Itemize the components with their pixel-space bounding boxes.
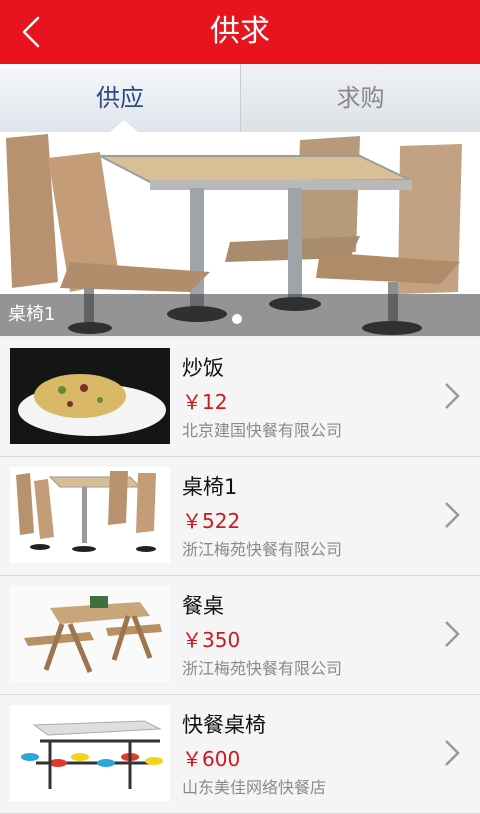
chevron-right-icon: [445, 502, 460, 528]
product-thumbnail: [10, 348, 170, 444]
product-name: 快餐桌椅: [182, 713, 266, 737]
list-item[interactable]: 炒饭 ￥12 北京建国快餐有限公司: [0, 338, 480, 457]
company-name: 浙江梅苑快餐有限公司: [182, 540, 343, 559]
product-name: 桌椅1: [182, 475, 238, 499]
company-name: 山东美佳网络快餐店: [182, 778, 327, 797]
tab-bar: 供应 求购: [0, 64, 480, 133]
product-price: ￥12: [182, 390, 228, 414]
chevron-right-icon: [445, 740, 460, 766]
fast-food-table-image: [10, 705, 170, 801]
fried-rice-image: [10, 348, 170, 444]
list-item[interactable]: 桌椅1 ￥522 浙江梅苑快餐有限公司: [0, 457, 480, 576]
product-thumbnail: [10, 705, 170, 801]
product-thumbnail: [10, 586, 170, 682]
product-name: 餐桌: [182, 594, 224, 618]
chevron-right-icon: [445, 383, 460, 409]
product-thumbnail: [10, 467, 170, 563]
carousel-indicator-dot: [232, 314, 242, 324]
product-price: ￥350: [182, 628, 241, 652]
active-tab-indicator: [110, 120, 138, 132]
banner-caption: 桌椅1: [8, 304, 56, 325]
product-list: 炒饭 ￥12 北京建国快餐有限公司 桌椅1 ￥522 浙江梅苑快餐有限公司 餐桌…: [0, 338, 480, 814]
tab-purchase[interactable]: 求购: [241, 64, 480, 132]
title-bar: 供求: [0, 0, 480, 64]
table-chairs-image: [10, 467, 170, 563]
product-name: 炒饭: [182, 356, 224, 380]
product-price: ￥600: [182, 747, 241, 771]
product-price: ￥522: [182, 509, 241, 533]
chevron-right-icon: [445, 621, 460, 647]
page-title: 供求: [210, 14, 270, 49]
company-name: 浙江梅苑快餐有限公司: [182, 659, 343, 678]
company-name: 北京建国快餐有限公司: [182, 421, 343, 440]
list-item[interactable]: 餐桌 ￥350 浙江梅苑快餐有限公司: [0, 576, 480, 695]
list-item[interactable]: 快餐桌椅 ￥600 山东美佳网络快餐店: [0, 695, 480, 814]
banner-carousel[interactable]: 桌椅1: [0, 132, 480, 336]
dining-table-image: [10, 586, 170, 682]
